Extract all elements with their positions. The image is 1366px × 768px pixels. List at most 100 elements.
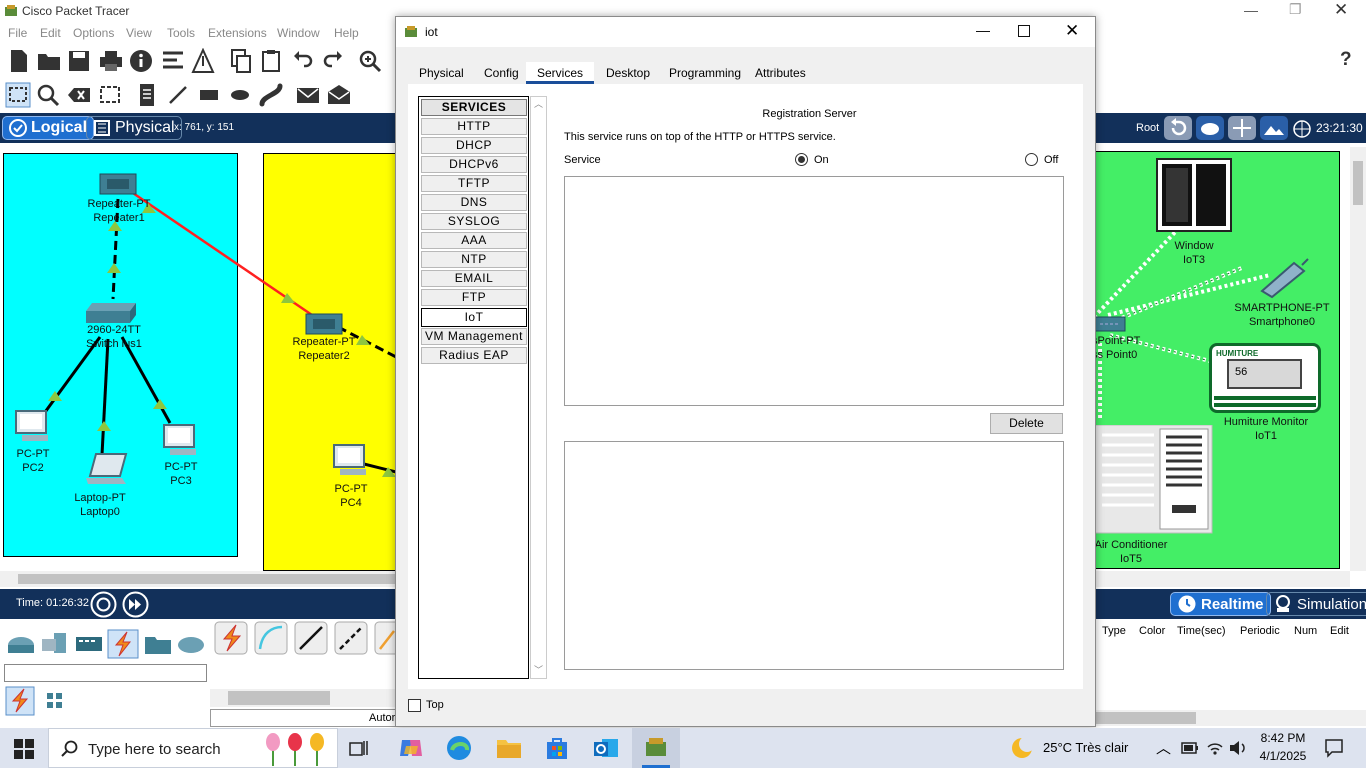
components-category-icon[interactable]	[74, 631, 104, 657]
misc-category-icon[interactable]	[144, 633, 172, 655]
humiture-monitor-device[interactable]: HUMITURE 56	[1209, 343, 1321, 413]
switch-icon[interactable]	[86, 297, 138, 325]
device-search-field[interactable]	[4, 664, 207, 682]
background-image-icon[interactable]	[1260, 116, 1288, 140]
service-email[interactable]: EMAIL	[421, 270, 527, 287]
restore-icon[interactable]: ❐	[1289, 1, 1302, 18]
simulation-button[interactable]: Simulation	[1266, 592, 1366, 616]
device-details-area[interactable]	[564, 441, 1064, 670]
fast-forward-icon[interactable]	[122, 591, 149, 618]
outlook-icon[interactable]	[593, 735, 619, 761]
menu-file[interactable]: File	[8, 26, 27, 40]
freeform-icon[interactable]	[258, 82, 284, 108]
straight-through-cable-icon[interactable]	[294, 621, 328, 655]
canvas-vertical-scrollbar[interactable]	[1350, 147, 1366, 571]
microsoft-store-icon[interactable]	[544, 735, 570, 761]
service-ftp[interactable]: FTP	[421, 289, 527, 306]
physical-view-button[interactable]: Physical	[86, 116, 182, 140]
crossover-cable-icon[interactable]	[334, 621, 368, 655]
battery-icon[interactable]	[1181, 741, 1199, 755]
scroll-down-icon[interactable]: ﹀	[534, 663, 543, 676]
service-on-radio[interactable]	[795, 153, 808, 166]
volume-icon[interactable]	[1228, 739, 1248, 757]
file-explorer-icon[interactable]	[496, 736, 522, 760]
dialog-minimize-icon[interactable]: —	[976, 22, 990, 38]
auto-connection-icon[interactable]	[214, 621, 248, 655]
tab-physical[interactable]: Physical	[408, 62, 475, 84]
laptop0-icon[interactable]	[86, 452, 128, 488]
menu-view[interactable]: View	[126, 26, 152, 40]
repeater1-icon[interactable]	[99, 170, 137, 196]
pc2-icon[interactable]	[12, 409, 52, 445]
horizontal-scroll-thumb[interactable]	[18, 574, 398, 584]
service-dhcpv6[interactable]: DHCPv6	[421, 156, 527, 173]
access-point-icon[interactable]	[1094, 311, 1128, 333]
windows-start-icon[interactable]	[14, 739, 34, 759]
pc3-icon[interactable]	[160, 423, 200, 459]
menu-help[interactable]: Help	[334, 26, 359, 40]
end-devices-category-icon[interactable]	[40, 631, 70, 657]
network-info-icon[interactable]	[190, 48, 216, 74]
undo-icon[interactable]	[290, 48, 316, 74]
connections-subtype-icon[interactable]	[5, 686, 35, 716]
copilot-icon[interactable]	[398, 736, 424, 760]
tab-attributes[interactable]: Attributes	[744, 62, 817, 84]
power-cycle-icon[interactable]	[90, 591, 117, 618]
packet-tracer-taskbar-button[interactable]	[632, 728, 680, 768]
pc4-icon[interactable]	[330, 443, 370, 479]
cable-list-scroll-thumb[interactable]	[228, 691, 330, 705]
paste-icon[interactable]	[258, 48, 284, 74]
delete-button[interactable]: Delete	[990, 413, 1063, 434]
move-viewport-icon[interactable]	[1228, 116, 1256, 140]
menu-tools[interactable]: Tools	[167, 26, 195, 40]
print-icon[interactable]	[98, 48, 124, 74]
connections-category-icon[interactable]	[107, 629, 139, 659]
complex-pdu-icon[interactable]	[326, 82, 352, 108]
show-hidden-icons-icon[interactable]: ︿	[1156, 737, 1171, 758]
logical-view-button[interactable]: Logical	[2, 116, 95, 140]
resize-shape-icon[interactable]	[97, 82, 123, 108]
tab-services[interactable]: Services	[526, 62, 595, 84]
service-aaa[interactable]: AAA	[421, 232, 527, 249]
save-icon[interactable]	[66, 48, 92, 74]
services-list-scrollbar[interactable]: ︿ ﹀	[530, 96, 547, 679]
service-syslog[interactable]: SYSLOG	[421, 213, 527, 230]
task-view-icon[interactable]	[349, 739, 369, 757]
service-iot[interactable]: IoT	[421, 308, 527, 327]
console-cable-icon[interactable]	[254, 621, 288, 655]
top-checkbox[interactable]	[408, 699, 421, 712]
scroll-up-icon[interactable]: ︿	[534, 97, 543, 110]
air-conditioner-icon[interactable]	[1094, 425, 1214, 535]
simple-pdu-icon[interactable]	[295, 82, 321, 108]
cloud-icon[interactable]	[1196, 116, 1224, 140]
tab-programming[interactable]: Programming	[658, 62, 752, 84]
close-icon[interactable]: ✕	[1334, 0, 1348, 20]
inspect-icon[interactable]	[35, 82, 61, 108]
service-off-radio[interactable]	[1025, 153, 1038, 166]
zoom-in-icon[interactable]	[357, 48, 383, 74]
multiuser-category-icon[interactable]	[176, 633, 206, 655]
copy-icon[interactable]	[228, 48, 254, 74]
cable-list-scrollbar[interactable]	[210, 689, 396, 707]
service-vm-management[interactable]: VM Management	[421, 328, 527, 345]
wireless-subtype-icon[interactable]	[46, 692, 64, 710]
info-icon[interactable]	[128, 48, 154, 74]
draw-ellipse-icon[interactable]	[227, 82, 253, 108]
wifi-icon[interactable]	[1206, 739, 1224, 757]
event-table-scroll-thumb[interactable]	[1096, 712, 1196, 724]
tab-config[interactable]: Config	[473, 62, 530, 84]
dialog-maximize-icon[interactable]	[1018, 25, 1030, 37]
notifications-icon[interactable]	[1324, 738, 1344, 758]
dialog-close-icon[interactable]: ✕	[1065, 21, 1079, 41]
taskbar-time[interactable]: 8:42 PM	[1259, 731, 1307, 745]
service-dhcp[interactable]: DHCP	[421, 137, 527, 154]
redo-icon[interactable]	[320, 48, 346, 74]
open-folder-icon[interactable]	[36, 48, 62, 74]
activity-wizard-icon[interactable]	[160, 48, 186, 74]
service-http[interactable]: HTTP	[421, 118, 527, 135]
service-dns[interactable]: DNS	[421, 194, 527, 211]
fiber-cable-icon[interactable]	[374, 621, 396, 655]
repeater2-icon[interactable]	[305, 310, 343, 336]
new-file-icon[interactable]	[6, 48, 32, 74]
registered-devices-list[interactable]	[564, 176, 1064, 406]
